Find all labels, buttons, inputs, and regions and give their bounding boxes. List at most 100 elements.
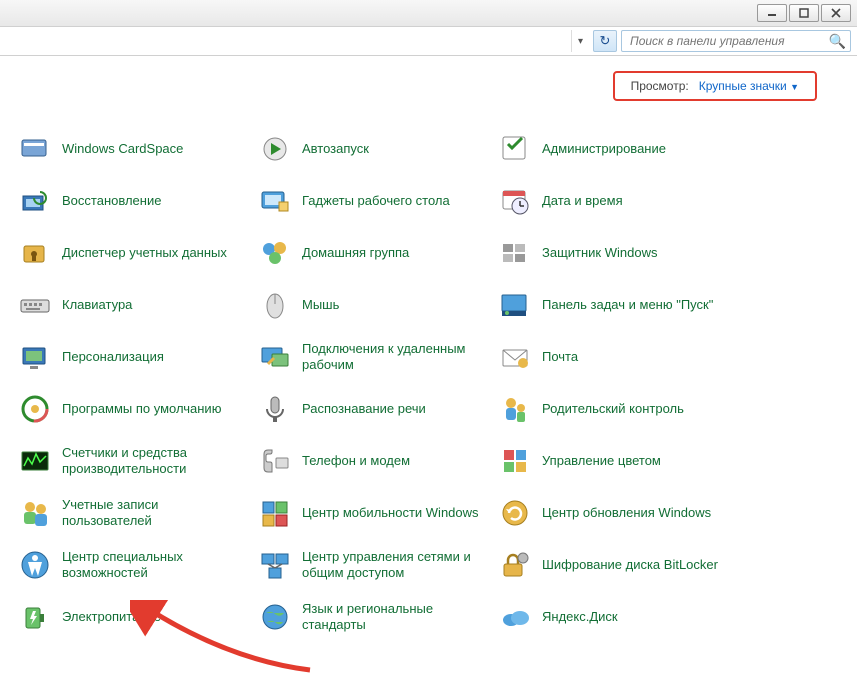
item-label: Панель задач и меню "Пуск" xyxy=(542,297,713,313)
item-label: Домашняя группа xyxy=(302,245,409,261)
item-taskbar[interactable]: Панель задач и меню "Пуск" xyxy=(494,282,754,328)
item-phone[interactable]: Телефон и модем xyxy=(254,438,494,484)
item-label: Распознавание речи xyxy=(302,401,426,417)
item-label: Клавиатура xyxy=(62,297,132,313)
item-yadisk[interactable]: Яндекс.Диск xyxy=(494,594,754,640)
close-button[interactable] xyxy=(821,4,851,22)
item-label: Подключения к удаленным рабочим xyxy=(302,341,490,374)
item-personalization[interactable]: Персонализация xyxy=(14,334,254,380)
item-datetime[interactable]: Дата и время xyxy=(494,178,754,224)
update-icon xyxy=(498,496,532,530)
item-mouse[interactable]: Мышь xyxy=(254,282,494,328)
item-label: Центр мобильности Windows xyxy=(302,505,479,521)
close-icon xyxy=(831,8,841,18)
item-defender[interactable]: Защитник Windows xyxy=(494,230,754,276)
speech-icon xyxy=(258,392,292,426)
item-label: Родительский контроль xyxy=(542,401,684,417)
item-users[interactable]: Учетные записи пользователей xyxy=(14,490,254,536)
item-speech[interactable]: Распознавание речи xyxy=(254,386,494,432)
item-label: Центр обновления Windows xyxy=(542,505,711,521)
item-bitlocker[interactable]: Шифрование диска BitLocker xyxy=(494,542,754,588)
yadisk-icon xyxy=(498,600,532,634)
refresh-icon: ↻ xyxy=(600,33,611,49)
view-label: Просмотр: xyxy=(631,79,689,93)
item-label: Автозапуск xyxy=(302,141,369,157)
minimize-button[interactable] xyxy=(757,4,787,22)
parental-icon xyxy=(498,392,532,426)
mouse-icon xyxy=(258,288,292,322)
item-update[interactable]: Центр обновления Windows xyxy=(494,490,754,536)
defaults-icon xyxy=(18,392,52,426)
item-mail[interactable]: Почта xyxy=(494,334,754,380)
item-label: Учетные записи пользователей xyxy=(62,497,250,530)
item-label: Управление цветом xyxy=(542,453,661,469)
item-homegroup[interactable]: Домашняя группа xyxy=(254,230,494,276)
item-network[interactable]: Центр управления сетями и общим доступом xyxy=(254,542,494,588)
control-panel-grid: Windows CardSpace Автозапуск Администрир… xyxy=(0,116,857,640)
taskbar-icon xyxy=(498,288,532,322)
item-label: Счетчики и средства производительности xyxy=(62,445,250,478)
address-row: ▾ ↻ 🔍 xyxy=(0,26,857,56)
mobility-icon xyxy=(258,496,292,530)
item-credmgr[interactable]: Диспетчер учетных данных xyxy=(14,230,254,276)
chevron-down-icon: ▼ xyxy=(790,82,799,92)
view-selector-highlight: Просмотр: Крупные значки ▼ xyxy=(613,71,817,101)
color-icon xyxy=(498,444,532,478)
item-label: Яндекс.Диск xyxy=(542,609,618,625)
search-icon[interactable]: 🔍 xyxy=(829,33,846,50)
users-icon xyxy=(18,496,52,530)
view-value[interactable]: Крупные значки ▼ xyxy=(699,79,799,93)
item-label: Защитник Windows xyxy=(542,245,657,261)
item-keyboard[interactable]: Клавиатура xyxy=(14,282,254,328)
network-icon xyxy=(258,548,292,582)
item-label: Почта xyxy=(542,349,578,365)
item-region[interactable]: Язык и региональные стандарты xyxy=(254,594,494,640)
item-ease[interactable]: Центр специальных возможностей xyxy=(14,542,254,588)
item-defaults[interactable]: Программы по умолчанию xyxy=(14,386,254,432)
item-label: Администрирование xyxy=(542,141,666,157)
item-label: Программы по умолчанию xyxy=(62,401,221,417)
region-icon xyxy=(258,600,292,634)
cardspace-icon xyxy=(18,132,52,166)
credmgr-icon xyxy=(18,236,52,270)
item-recovery[interactable]: Восстановление xyxy=(14,178,254,224)
address-dropdown-arrow[interactable]: ▾ xyxy=(571,30,589,52)
minimize-icon xyxy=(767,8,777,18)
phone-icon xyxy=(258,444,292,478)
datetime-icon xyxy=(498,184,532,218)
item-label: Шифрование диска BitLocker xyxy=(542,557,718,573)
personalization-icon xyxy=(18,340,52,374)
autorun-icon xyxy=(258,132,292,166)
item-perf[interactable]: Счетчики и средства производительности xyxy=(14,438,254,484)
item-label: Центр управления сетями и общим доступом xyxy=(302,549,490,582)
titlebar xyxy=(0,0,857,26)
gadgets-icon xyxy=(258,184,292,218)
item-autorun[interactable]: Автозапуск xyxy=(254,126,494,172)
item-cardspace[interactable]: Windows CardSpace xyxy=(14,126,254,172)
keyboard-icon xyxy=(18,288,52,322)
search-input[interactable] xyxy=(628,33,829,49)
item-label: Язык и региональные стандарты xyxy=(302,601,490,634)
admin-icon xyxy=(498,132,532,166)
maximize-button[interactable] xyxy=(789,4,819,22)
item-gadgets[interactable]: Гаджеты рабочего стола xyxy=(254,178,494,224)
item-label: Мышь xyxy=(302,297,339,313)
item-power[interactable]: Электропитание xyxy=(14,594,254,640)
item-parental[interactable]: Родительский контроль xyxy=(494,386,754,432)
item-admin[interactable]: Администрирование xyxy=(494,126,754,172)
maximize-icon xyxy=(799,8,809,18)
item-color[interactable]: Управление цветом xyxy=(494,438,754,484)
view-value-text: Крупные значки xyxy=(699,79,787,93)
search-box[interactable]: 🔍 xyxy=(621,30,851,52)
view-row: Просмотр: Крупные значки ▼ xyxy=(0,56,857,116)
item-label: Центр специальных возможностей xyxy=(62,549,250,582)
item-mobility[interactable]: Центр мобильности Windows xyxy=(254,490,494,536)
bitlocker-icon xyxy=(498,548,532,582)
item-label: Электропитание xyxy=(62,609,161,625)
ease-icon xyxy=(18,548,52,582)
item-remote[interactable]: Подключения к удаленным рабочим xyxy=(254,334,494,380)
recovery-icon xyxy=(18,184,52,218)
item-label: Телефон и модем xyxy=(302,453,410,469)
refresh-button[interactable]: ↻ xyxy=(593,30,617,52)
item-label: Дата и время xyxy=(542,193,623,209)
